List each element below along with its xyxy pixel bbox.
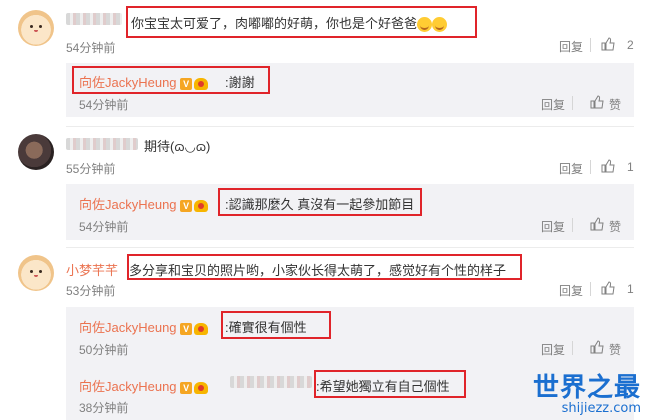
blurred-username[interactable] — [230, 376, 312, 388]
like-button[interactable]: 赞 — [609, 96, 621, 113]
blurred-username[interactable] — [66, 138, 138, 150]
comment-time: 54分钟前 — [66, 41, 116, 55]
like-icon[interactable] — [590, 95, 604, 109]
divider — [590, 38, 591, 52]
watermark-title: 世界之最 — [532, 373, 641, 403]
avatar[interactable] — [18, 10, 54, 46]
divider — [590, 160, 591, 174]
reply-button[interactable]: 回复 — [559, 38, 583, 55]
like-icon[interactable] — [601, 281, 615, 295]
comment-text: 多分享和宝贝的照片哟，小家伙长得太萌了，感觉好有个性的样子 — [129, 263, 507, 278]
reply-time: 54分钟前 — [79, 98, 129, 112]
verified-badge-icon: V — [180, 381, 193, 394]
smile-emoji-icon — [432, 17, 448, 33]
comment-time: 53分钟前 — [66, 284, 116, 298]
like-button[interactable]: 赞 — [609, 218, 621, 235]
reply-button[interactable]: 回复 — [541, 341, 565, 358]
divider — [572, 96, 573, 110]
divider — [66, 126, 634, 127]
divider — [572, 218, 573, 232]
like-icon[interactable] — [601, 37, 615, 51]
watermark-url: shijiezz.com — [561, 401, 641, 416]
reply-author[interactable]: 向佐JackyHeung V — [79, 317, 209, 336]
divider — [572, 341, 573, 355]
reply-text: :希望她獨立有自己個性 — [316, 379, 450, 394]
reply-time: 38分钟前 — [79, 401, 129, 415]
like-icon[interactable] — [590, 217, 604, 231]
avatar[interactable] — [18, 255, 54, 291]
reply-text: :確實很有個性 — [225, 320, 307, 335]
fan-badge-icon — [194, 322, 209, 335]
reply-author[interactable]: 向佐JackyHeung V — [79, 376, 209, 395]
reply-text: :認識那麼久 真沒有一起參加節目 — [225, 197, 415, 212]
smile-emoji-icon — [417, 17, 433, 33]
like-icon[interactable] — [590, 340, 604, 354]
avatar[interactable] — [18, 134, 54, 170]
verified-badge-icon: V — [180, 322, 193, 335]
fan-badge-icon — [194, 381, 209, 394]
reply-author[interactable]: 向佐JackyHeung V — [79, 194, 209, 213]
like-count: 1 — [627, 282, 634, 296]
like-icon[interactable] — [601, 159, 615, 173]
comment-text: 期待(ɷ◡ɷ) — [144, 139, 211, 154]
like-count: 1 — [627, 160, 634, 174]
reply-button[interactable]: 回复 — [559, 282, 583, 299]
comment-time: 55分钟前 — [66, 162, 116, 176]
reply-text: :謝謝 — [225, 75, 255, 90]
comment-text: 你宝宝太可爱了，肉嘟嘟的好萌，你也是个好爸爸 — [131, 13, 448, 33]
divider — [590, 282, 591, 296]
fan-badge-icon — [194, 199, 209, 212]
divider — [66, 247, 634, 248]
reply-time: 50分钟前 — [79, 343, 129, 357]
reply-button[interactable]: 回复 — [541, 218, 565, 235]
verified-badge-icon: V — [180, 199, 193, 212]
comment-author[interactable]: 小梦芊芊 — [66, 260, 118, 279]
like-count: 2 — [627, 38, 634, 52]
blurred-username[interactable] — [66, 13, 122, 25]
like-button[interactable]: 赞 — [609, 341, 621, 358]
reply-time: 54分钟前 — [79, 220, 129, 234]
watermark: 世界之最 shijiezz.com — [533, 374, 641, 416]
reply-button[interactable]: 回复 — [559, 160, 583, 177]
reply-button[interactable]: 回复 — [541, 96, 565, 113]
